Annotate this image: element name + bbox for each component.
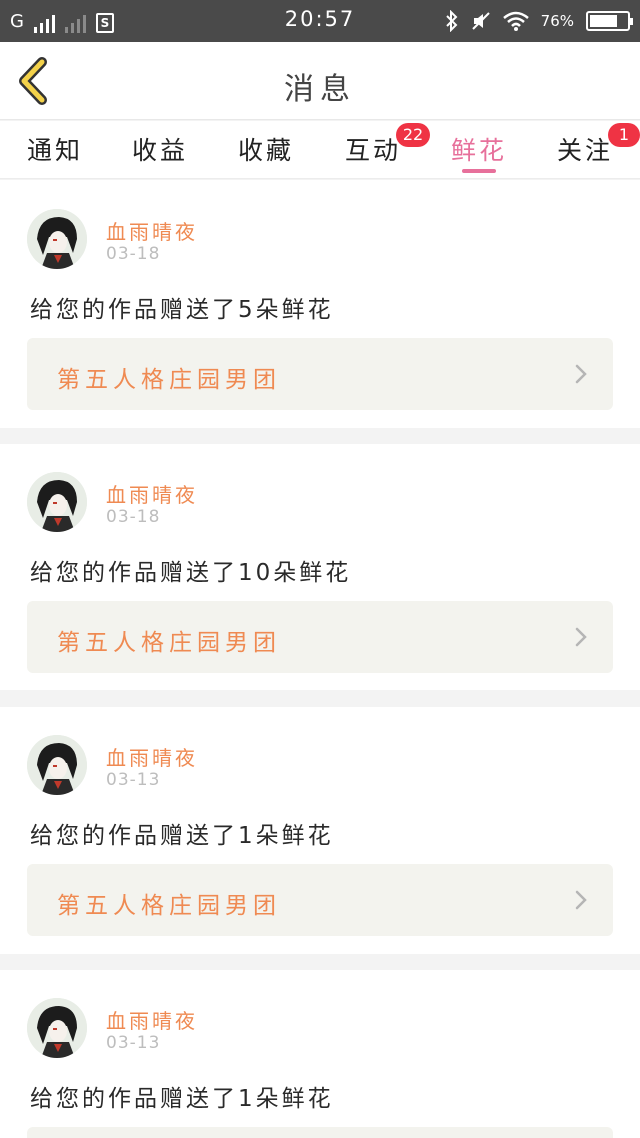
tab-bar: 通知 收益 收藏 互动 22 鲜花 关注 1: [0, 121, 640, 179]
message-text: 给您的作品赠送了10朵鲜花: [30, 560, 352, 586]
message-date: 03-13: [106, 770, 161, 790]
tab-label: 鲜花: [450, 136, 507, 165]
tab-notifications[interactable]: 通知: [10, 131, 100, 167]
work-link[interactable]: [27, 1127, 613, 1138]
message-date: 03-18: [106, 507, 161, 527]
battery-icon: [586, 11, 633, 31]
tab-label: 收藏: [237, 136, 294, 165]
work-link[interactable]: 第五人格庄园男团: [27, 864, 613, 936]
work-title: 第五人格庄园男团: [57, 630, 281, 656]
tab-label: 互动: [344, 136, 401, 165]
avatar[interactable]: [27, 209, 87, 269]
chevron-right-icon: [575, 627, 587, 647]
avatar[interactable]: [27, 998, 87, 1058]
status-right: 76%: [445, 9, 633, 33]
tab-label: 收益: [131, 136, 188, 165]
bluetooth-icon: [445, 10, 458, 32]
username[interactable]: 血雨晴夜: [106, 742, 198, 771]
mute-icon: [471, 12, 490, 30]
message-text: 给您的作品赠送了1朵鲜花: [30, 823, 334, 849]
work-title: 第五人格庄园男团: [57, 893, 281, 919]
avatar-image: [27, 735, 87, 795]
avatar-image: [27, 998, 87, 1058]
battery-percent: 76%: [540, 12, 574, 30]
work-link[interactable]: 第五人格庄园男团: [27, 601, 613, 673]
username[interactable]: 血雨晴夜: [106, 216, 198, 245]
avatar-image: [27, 209, 87, 269]
tab-earnings[interactable]: 收益: [115, 131, 205, 167]
header: 消息: [0, 42, 640, 120]
page-title: 消息: [284, 72, 356, 107]
work-link[interactable]: 第五人格庄园男团: [27, 338, 613, 410]
message-date: 03-13: [106, 1033, 161, 1053]
wifi-icon: [502, 11, 529, 31]
message-text: 给您的作品赠送了5朵鲜花: [30, 297, 334, 323]
message-card: 血雨晴夜 03-13 给您的作品赠送了1朵鲜花: [0, 970, 640, 1138]
message-text: 给您的作品赠送了1朵鲜花: [30, 1086, 334, 1112]
chevron-right-icon: [575, 364, 587, 384]
message-card: 血雨晴夜 03-13 给您的作品赠送了1朵鲜花 第五人格庄园男团: [0, 707, 640, 954]
avatar[interactable]: [27, 735, 87, 795]
status-bar: G S 20:57 76%: [0, 0, 640, 42]
tab-flowers[interactable]: 鲜花: [434, 131, 524, 167]
tab-follows[interactable]: 关注 1: [540, 123, 640, 167]
tab-favorites[interactable]: 收藏: [221, 131, 311, 167]
tab-interactions[interactable]: 互动 22: [328, 123, 430, 167]
battery-fill: [590, 15, 618, 27]
message-date: 03-18: [106, 244, 161, 264]
avatar-image: [27, 472, 87, 532]
tab-label: 通知: [26, 136, 83, 165]
username[interactable]: 血雨晴夜: [106, 1005, 198, 1034]
message-card: 血雨晴夜 03-18 给您的作品赠送了5朵鲜花 第五人格庄园男团: [0, 180, 640, 428]
follows-badge: 1: [608, 123, 640, 147]
tab-label: 关注: [556, 136, 613, 165]
username[interactable]: 血雨晴夜: [106, 479, 198, 508]
active-tab-indicator: [462, 169, 496, 173]
interactions-badge: 22: [396, 123, 430, 147]
chevron-right-icon: [575, 890, 587, 910]
message-card: 血雨晴夜 03-18 给您的作品赠送了10朵鲜花 第五人格庄园男团: [0, 444, 640, 690]
work-title: 第五人格庄园男团: [57, 367, 281, 393]
avatar[interactable]: [27, 472, 87, 532]
